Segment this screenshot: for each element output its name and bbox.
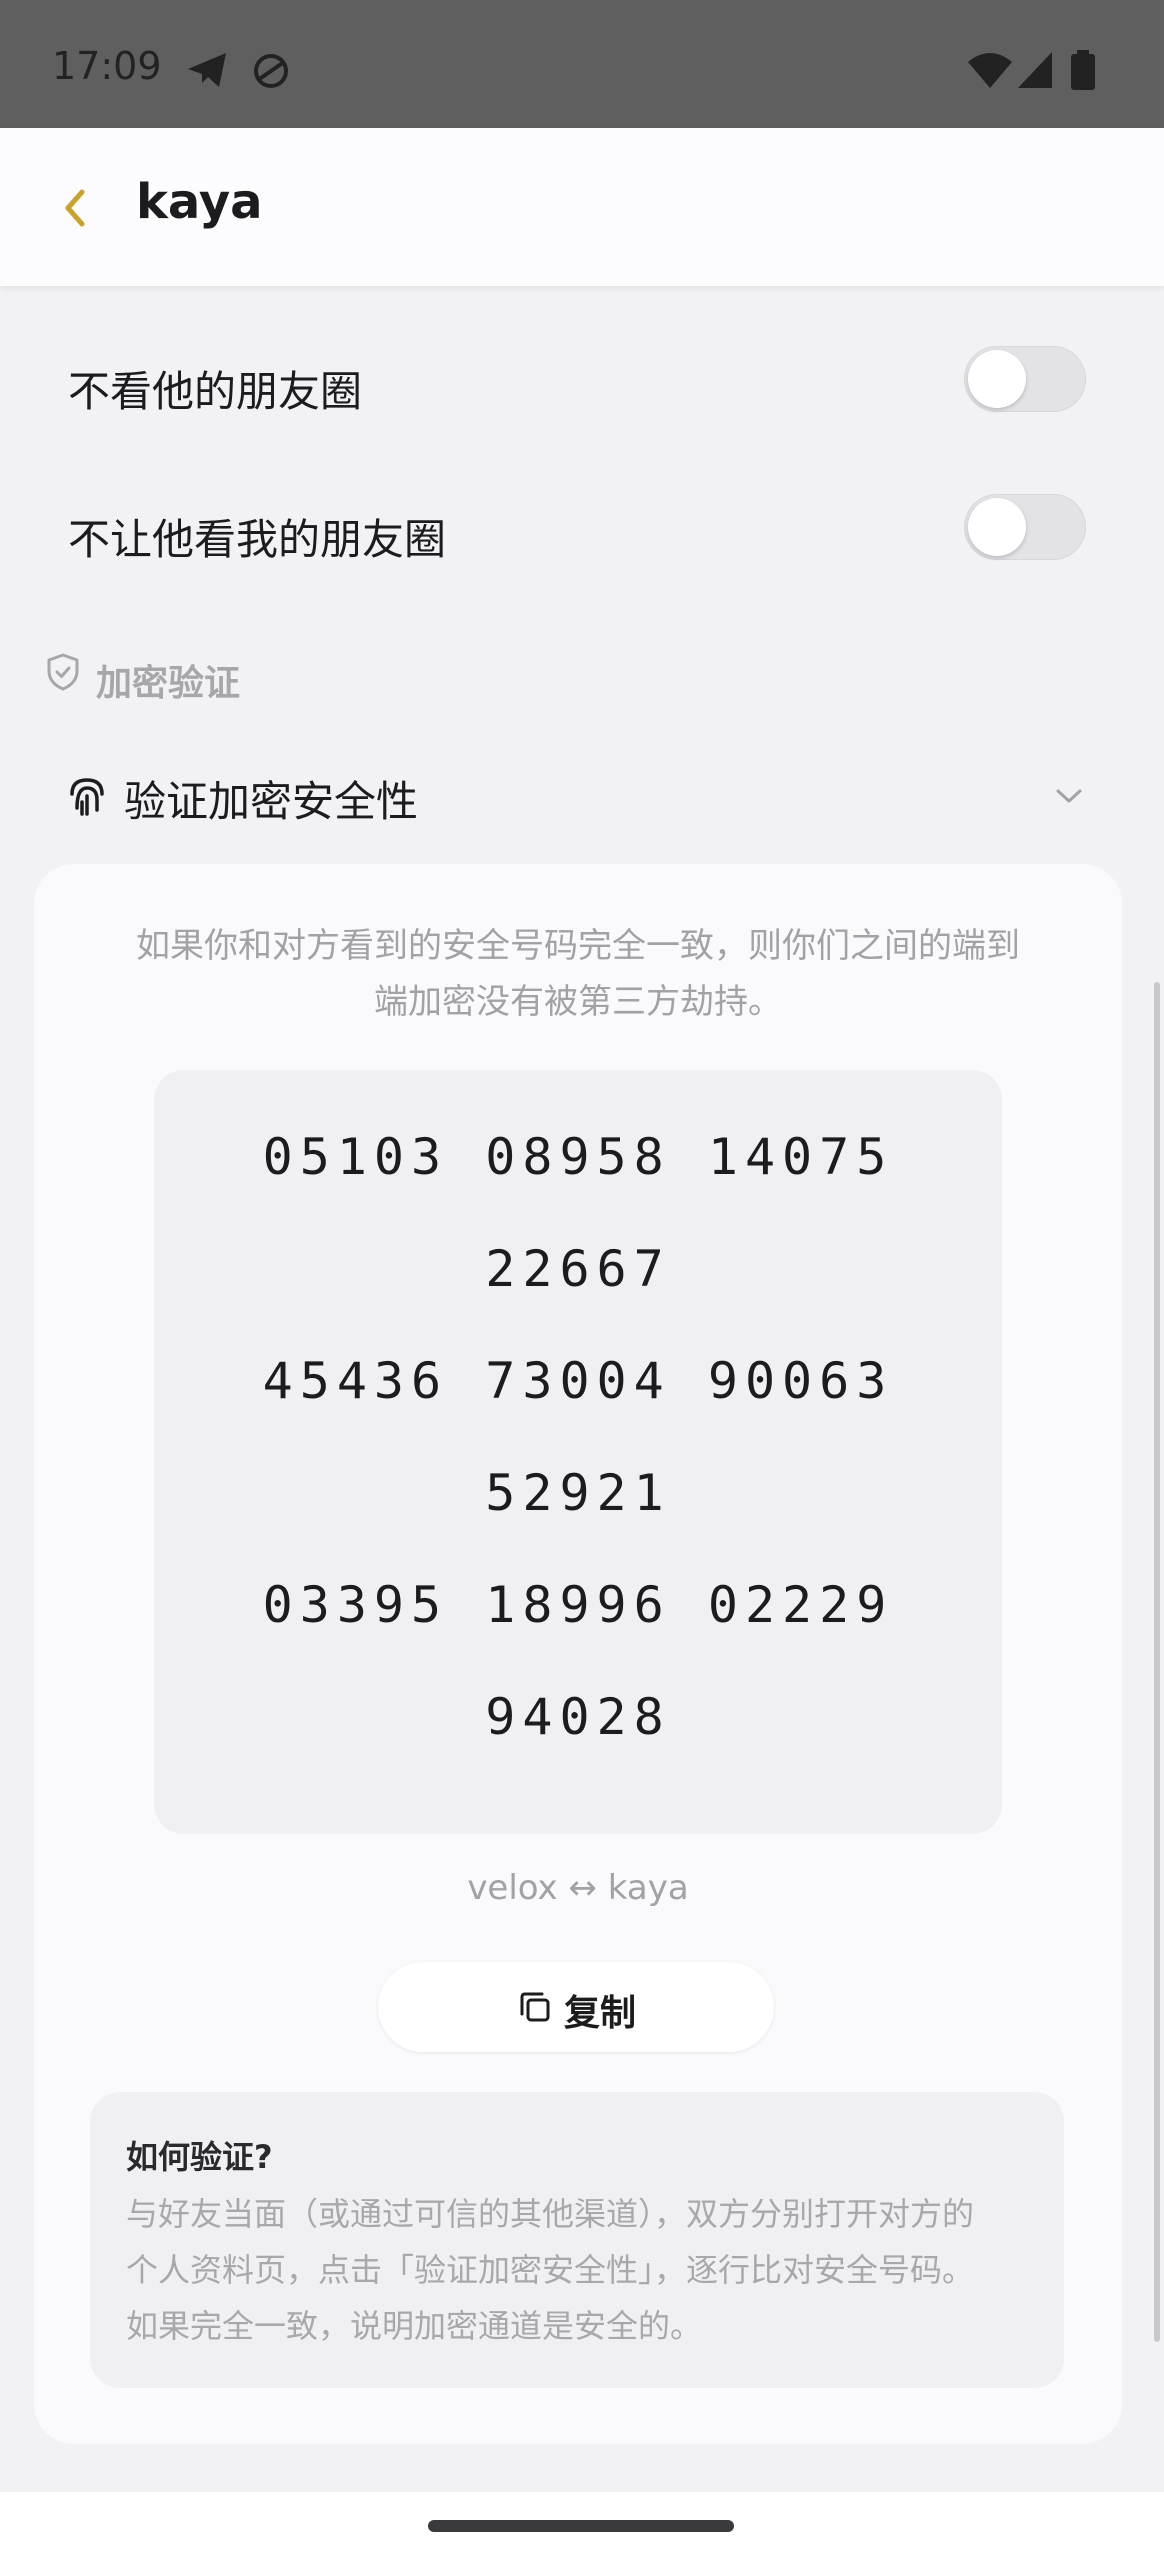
battery-icon [1071, 50, 1095, 90]
copy-button-label: 复制 [564, 1993, 637, 2034]
home-indicator[interactable] [428, 2520, 734, 2532]
verify-encryption-row[interactable]: 验证加密安全性 [0, 750, 1164, 860]
section-label: 加密验证 [96, 663, 241, 704]
safety-number-line: 52921 [485, 1464, 671, 1522]
intro-line: 如果你和对方看到的安全号码完全一致，则你们之间的端到 [136, 926, 1020, 966]
app-header: kaya [0, 128, 1164, 286]
setting-label: 不看他的朋友圈 [68, 367, 363, 416]
status-time: 17:09 [52, 44, 162, 88]
safety-number-line: 05103 08958 14075 [262, 1128, 894, 1186]
fingerprint-icon [70, 778, 104, 816]
participant-pair: velox ↔ kaya [467, 1868, 689, 1908]
shield-check-icon [47, 653, 79, 691]
howto-line: 个人资料页，点击「验证加密安全性」，逐行比对安全号码。 [126, 2251, 975, 2289]
copy-button[interactable]: 复制 [378, 1962, 774, 2052]
hide-their-moments-toggle[interactable] [964, 346, 1086, 412]
chevron-down-icon[interactable] [1054, 786, 1084, 806]
signal-icon [1018, 52, 1052, 88]
navigation-bar [0, 2492, 1164, 2560]
howto-title: 如何验证? [126, 2138, 273, 2176]
intro-line: 端加密没有被第三方劫持。 [374, 982, 782, 1022]
copy-icon [520, 1992, 550, 2022]
verification-intro: 如果你和对方看到的安全号码完全一致，则你们之间的端到 端加密没有被第三方劫持。 [74, 918, 1082, 1030]
howto-line: 如果完全一致，说明加密通道是安全的。 [126, 2307, 703, 2345]
setting-row-hide-their-moments: 不看他的朋友圈 [0, 312, 1164, 452]
page-title: kaya [136, 174, 263, 230]
setting-row-hide-my-moments: 不让他看我的朋友圈 [0, 460, 1164, 600]
howto-line: 与好友当面（或通过可信的其他渠道），双方分别打开对方的 [126, 2195, 975, 2233]
sync-icon [254, 54, 288, 88]
toggle-knob [968, 350, 1026, 408]
setting-label: 不让他看我的朋友圈 [68, 515, 447, 564]
hide-my-moments-toggle[interactable] [964, 494, 1086, 560]
safety-number-line: 94028 [485, 1688, 671, 1746]
verification-card: 如果你和对方看到的安全号码完全一致，则你们之间的端到 端加密没有被第三方劫持。 … [34, 864, 1122, 2444]
safety-number-line: 45436 73004 90063 [262, 1352, 894, 1410]
howto-box: 如何验证? 与好友当面（或通过可信的其他渠道），双方分别打开对方的 个人资料页，… [90, 2092, 1064, 2388]
scrollbar[interactable] [1154, 982, 1160, 2342]
telegram-icon [188, 53, 226, 87]
status-bar: 17:09 [0, 0, 1164, 128]
safety-number-line: 22667 [485, 1240, 671, 1298]
safety-number-box: 05103 08958 14075 22667 45436 73004 9006… [154, 1070, 1002, 1834]
verify-encryption-label: 验证加密安全性 [124, 777, 419, 826]
howto-body: 与好友当面（或通过可信的其他渠道），双方分别打开对方的 个人资料页，点击「验证加… [126, 2186, 1036, 2354]
back-chevron-icon[interactable] [56, 178, 96, 238]
safety-number-line: 03395 18996 02229 [262, 1576, 894, 1634]
wifi-icon [968, 53, 1012, 88]
toggle-knob [968, 498, 1026, 556]
